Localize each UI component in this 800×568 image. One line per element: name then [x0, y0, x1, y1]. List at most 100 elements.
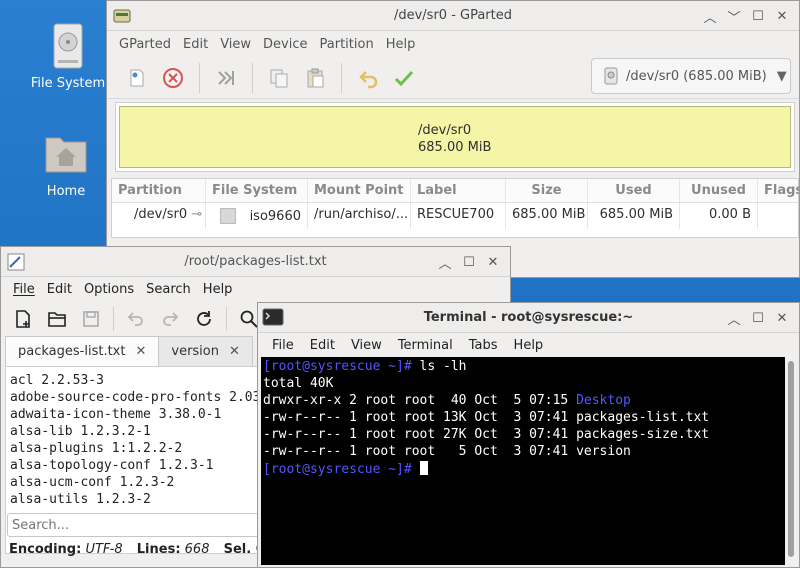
redo-icon [163, 312, 179, 326]
redo-button[interactable] [156, 305, 184, 333]
close-tab-icon[interactable]: ✕ [135, 344, 146, 359]
column-header[interactable]: File System [206, 179, 308, 202]
listing-meta: -rw-r--r-- 1 root root 5 Oct 3 07:41 [263, 444, 577, 459]
delete-icon [163, 67, 183, 88]
menu-edit[interactable]: Edit [177, 37, 214, 52]
encoding-value: UTF-8 [85, 542, 123, 557]
tab-packages-list[interactable]: packages-list.txt ✕ [5, 336, 160, 366]
terminal-scrollbar[interactable] [786, 357, 796, 565]
status-bar: Encoding: UTF-8 Lines: 668 Sel. C [9, 542, 265, 557]
lines-value: 668 [184, 542, 210, 557]
menu-help[interactable]: Help [380, 37, 422, 52]
unused-cell: 0.00 B [680, 203, 758, 229]
resize-move-button[interactable] [208, 60, 244, 96]
editor-titlebar[interactable]: /root/packages-list.txt ︿ ☐ ✕ [1, 247, 510, 277]
gparted-window: /dev/sr0 - GParted ︿ ﹀ ☐ ✕ GParted Edit … [106, 0, 800, 278]
menu-file[interactable]: File [7, 282, 41, 297]
filesystem-name: iso9660 [249, 208, 301, 224]
new-document-icon [16, 310, 30, 328]
column-header[interactable]: Used [588, 179, 680, 202]
column-header[interactable]: Label [411, 179, 506, 202]
menu-terminal[interactable]: Terminal [390, 338, 461, 353]
close-button[interactable]: ✕ [482, 253, 504, 271]
toolbar-separator [341, 62, 342, 93]
listing-name: packages-list.txt [576, 410, 710, 425]
column-header[interactable]: Size [506, 179, 588, 202]
tab-label: packages-list.txt [18, 344, 126, 359]
scrollbar-thumb[interactable] [788, 361, 794, 557]
maximize-button[interactable]: ☐ [458, 253, 480, 271]
toolbar-separator [113, 307, 114, 331]
menu-options[interactable]: Options [78, 282, 140, 297]
column-header[interactable]: Mount Point [308, 179, 411, 202]
device-select[interactable]: /dev/sr0 (685.00 MiB) ▼ [591, 58, 791, 94]
column-header[interactable]: Partition [112, 179, 206, 202]
toolbar-separator [199, 62, 200, 93]
menu-search[interactable]: Search [140, 282, 197, 297]
partition-block[interactable]: /dev/sr0 685.00 MiB [119, 106, 791, 168]
menu-edit[interactable]: Edit [302, 338, 343, 353]
desktop-icon-file-system[interactable]: File System [20, 22, 116, 91]
encoding-label: Encoding: [9, 542, 82, 557]
filesystem-cell: iso9660 [206, 203, 308, 229]
gparted-menubar: GParted Edit View Device Partition Help [107, 31, 799, 57]
terminal-screen[interactable]: [root@sysrescue ~]# ls -lh total 40K drw… [261, 357, 785, 565]
menu-help[interactable]: Help [506, 338, 552, 353]
menu-view[interactable]: View [214, 37, 257, 52]
desktop-icon-label: File System [30, 76, 106, 91]
save-button[interactable] [77, 305, 105, 333]
terminal-menubar: File Edit View Terminal Tabs Help [258, 333, 799, 357]
checkmark-icon [394, 70, 414, 86]
listing-name: version [576, 444, 631, 459]
menu-partition[interactable]: Partition [314, 37, 380, 52]
column-header[interactable]: Flags [758, 179, 799, 202]
new-partition-button[interactable] [119, 60, 155, 96]
partition-name: /dev/sr0 [134, 207, 188, 222]
maximize-button[interactable]: ☐ [747, 7, 769, 25]
new-document-button[interactable] [9, 305, 37, 333]
resize-icon [218, 70, 234, 85]
menu-view[interactable]: View [343, 338, 390, 353]
listing-meta: -rw-r--r-- 1 root root 27K Oct 3 07:41 [263, 427, 577, 442]
minimize-button[interactable]: ︿ [434, 253, 456, 272]
device-select-value: /dev/sr0 (685.00 MiB) [626, 68, 767, 84]
copy-button[interactable] [261, 60, 297, 96]
close-button[interactable]: ✕ [771, 7, 793, 25]
close-tab-icon[interactable]: ✕ [229, 344, 240, 359]
terminal-line: -rw-r--r-- 1 root root 5 Oct 3 07:41 ver… [263, 444, 783, 461]
menu-file[interactable]: File [264, 338, 302, 353]
table-row[interactable]: /dev/sr0 ⊸ iso9660 /run/archiso/... RESC… [112, 203, 798, 229]
terminal-line: [root@sysrescue ~]# [263, 461, 783, 478]
tab-version[interactable]: version ✕ [159, 336, 253, 366]
menu-edit[interactable]: Edit [41, 282, 78, 297]
undo-button[interactable] [350, 60, 386, 96]
open-button[interactable] [43, 305, 71, 333]
new-partition-icon [130, 69, 144, 86]
minimize-button[interactable]: ︿ [699, 7, 721, 26]
column-header[interactable]: Unused [680, 179, 758, 202]
gparted-titlebar[interactable]: /dev/sr0 - GParted ︿ ﹀ ☐ ✕ [107, 1, 799, 31]
delete-partition-button[interactable] [155, 60, 191, 96]
reload-button[interactable] [190, 305, 218, 333]
apply-button[interactable] [386, 60, 422, 96]
desktop-icon-home[interactable]: Home [18, 130, 114, 199]
paste-button[interactable] [297, 60, 333, 96]
minimize-button[interactable]: ︿ [723, 309, 745, 328]
paste-icon [307, 68, 324, 87]
search-input[interactable] [7, 513, 259, 537]
menu-gparted[interactable]: GParted [113, 37, 177, 52]
menu-tabs[interactable]: Tabs [461, 338, 506, 353]
close-button[interactable]: ✕ [771, 309, 793, 327]
partition-table: Partition File System Mount Point Label … [111, 178, 799, 238]
label-cell: RESCUE700 [411, 203, 506, 229]
restore-button[interactable]: ﹀ [723, 7, 745, 26]
undo-button[interactable] [122, 305, 150, 333]
maximize-button[interactable]: ☐ [747, 309, 769, 327]
terminal-titlebar[interactable]: Terminal - root@sysrescue:~ ︿ ☐ ✕ [258, 303, 799, 333]
undo-icon [127, 312, 143, 326]
drive-icon [44, 22, 92, 70]
used-cell: 685.00 MiB [588, 203, 680, 229]
terminal-line: drwxr-xr-x 2 root root 40 Oct 5 07:15 De… [263, 393, 783, 410]
menu-device[interactable]: Device [257, 37, 313, 52]
menu-help[interactable]: Help [197, 282, 239, 297]
